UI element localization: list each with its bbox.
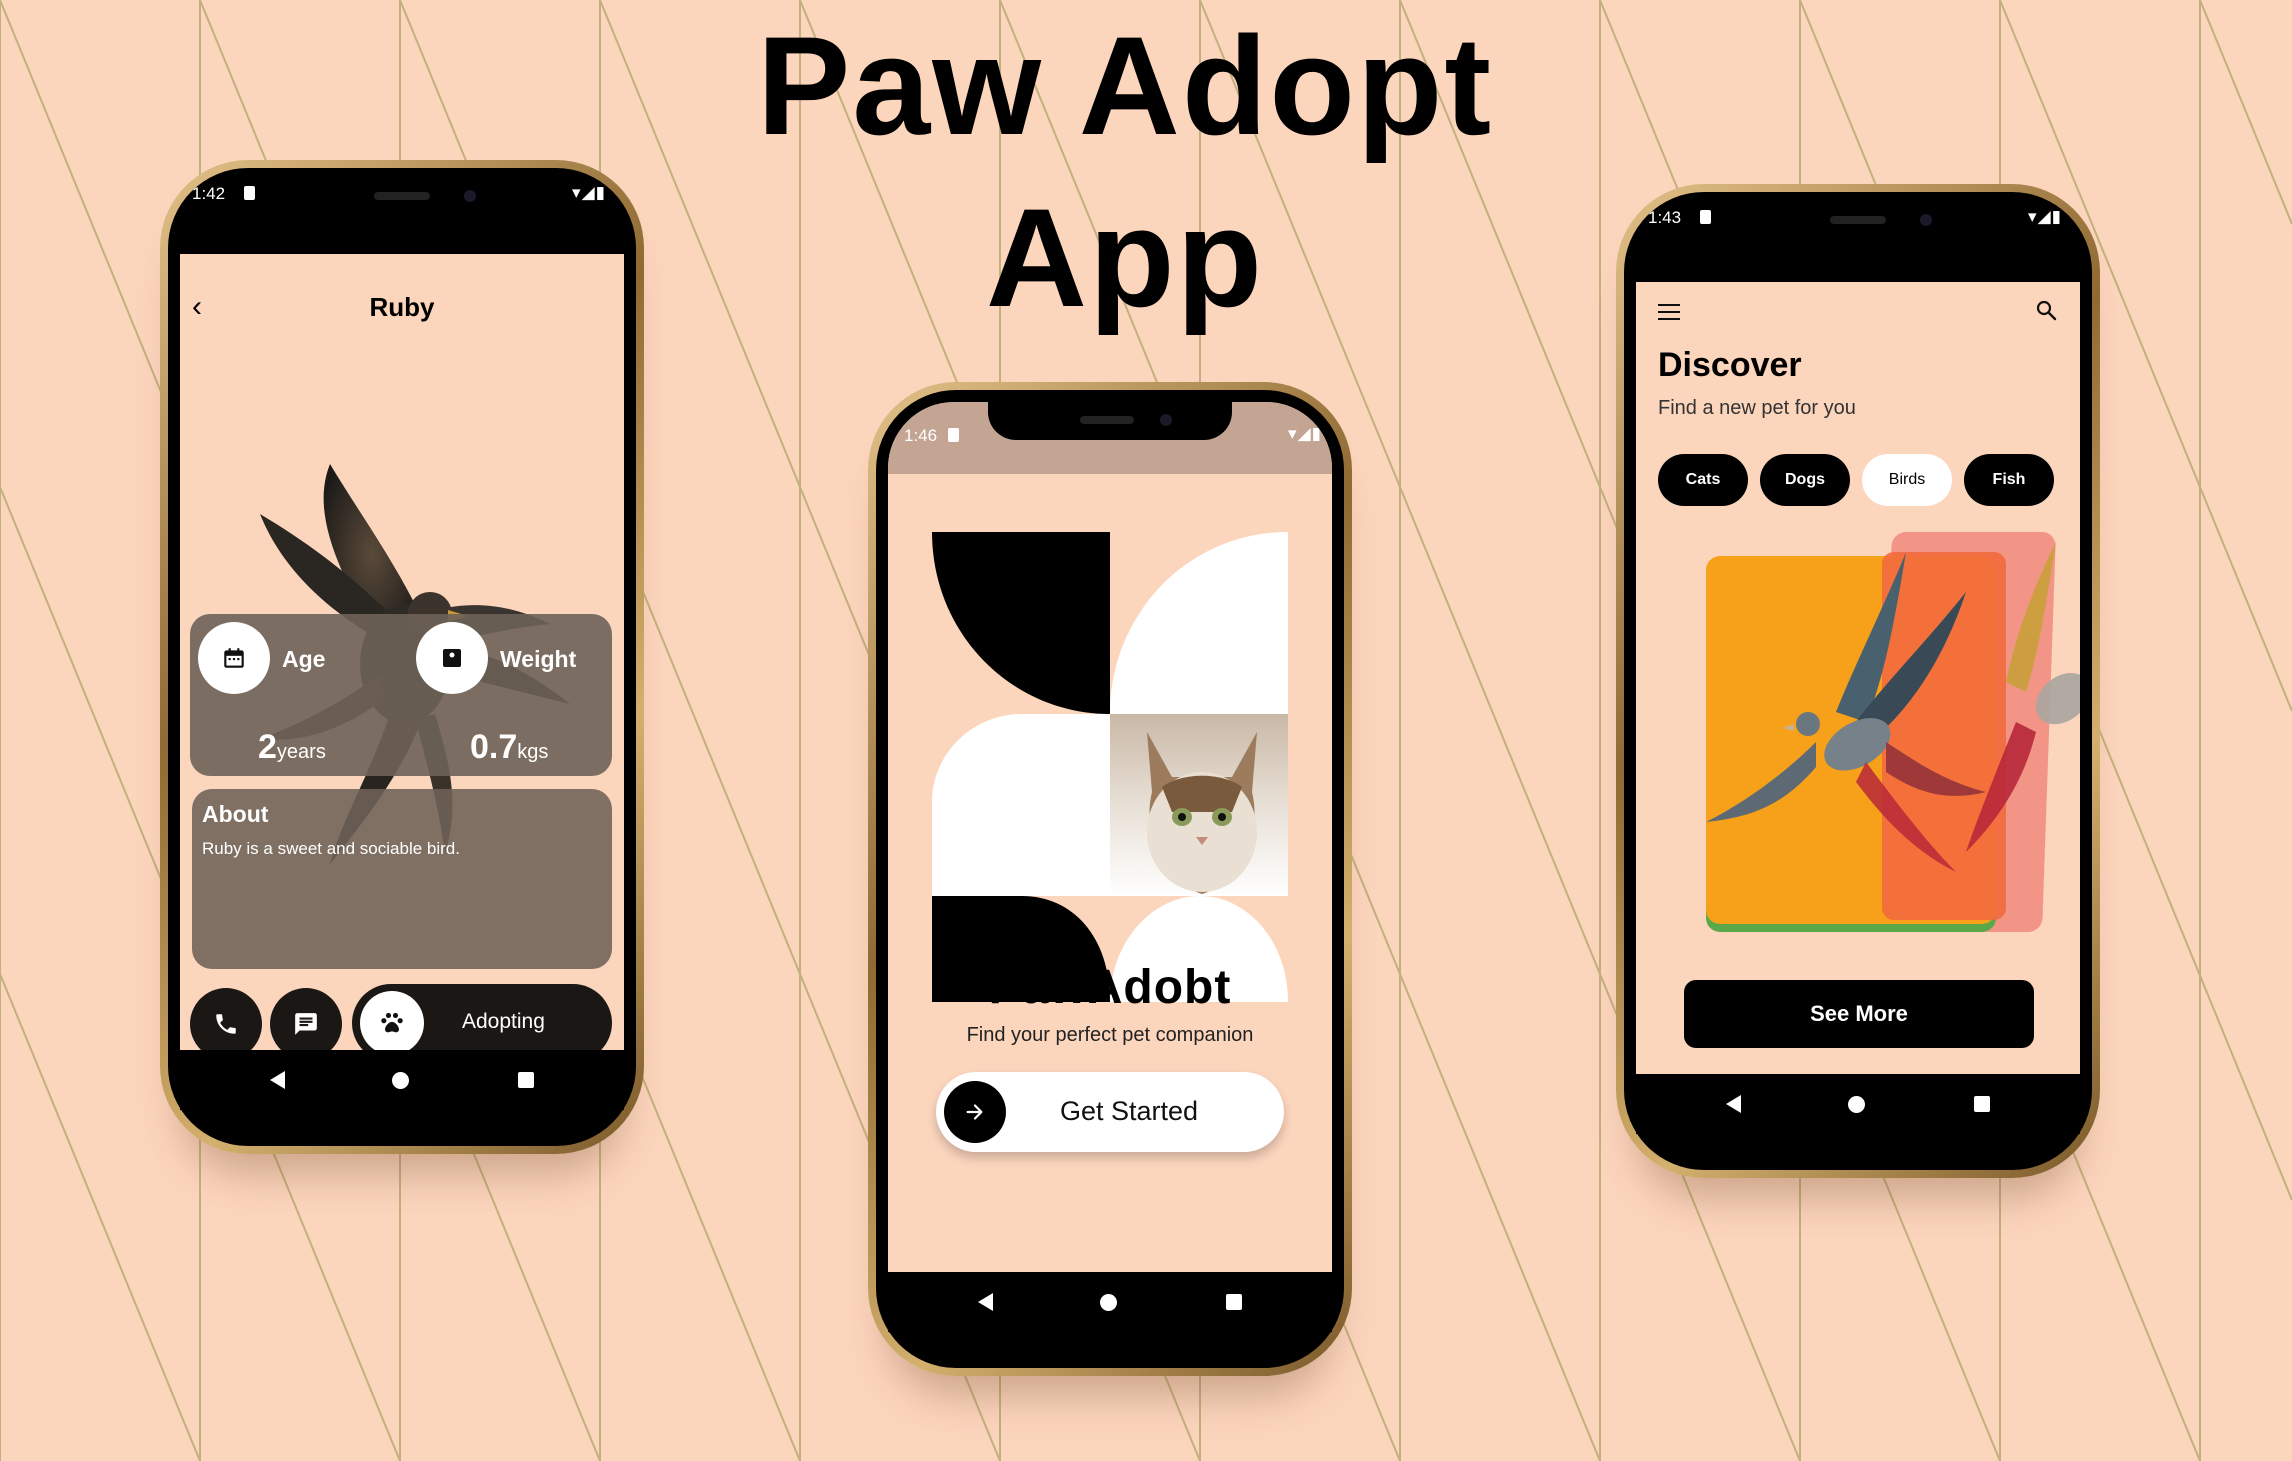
phone-discover: 1:43 ▾◢▮ Discover Find a new pet for you… bbox=[1616, 184, 2100, 1178]
status-time: 1:43 bbox=[1648, 208, 1682, 227]
message-icon bbox=[295, 1013, 317, 1035]
android-nav-bar bbox=[888, 1272, 1332, 1332]
android-nav-bar bbox=[180, 1050, 624, 1110]
phone-bezel: 1:42 ▾◢▮ ‹ Ruby Age Weight 2years 0.7kgs… bbox=[168, 168, 636, 1146]
phone-welcome: 1:46 ▾◢▮ PawAdobt Find your perfect pet … bbox=[868, 382, 1352, 1376]
category-chip-cats[interactable]: Cats bbox=[1658, 454, 1748, 506]
calendar-icon bbox=[224, 648, 244, 668]
status-time: 1:42 bbox=[192, 184, 226, 203]
paw-icon-badge bbox=[360, 991, 424, 1055]
get-started-label: Get Started bbox=[1060, 1096, 1199, 1126]
about-card: About Ruby is a sweet and sociable bird. bbox=[192, 789, 612, 969]
about-text: Ruby is a sweet and sociable bird. bbox=[202, 839, 460, 858]
phone-bezel: 1:43 ▾◢▮ Discover Find a new pet for you… bbox=[1624, 192, 2092, 1170]
phone-bezel: 1:46 ▾◢▮ PawAdobt Find your perfect pet … bbox=[876, 390, 1344, 1368]
weight-icon-badge bbox=[416, 622, 488, 694]
age-label: Age bbox=[282, 646, 326, 672]
sd-card-icon bbox=[948, 428, 959, 442]
android-nav-bar bbox=[1636, 1074, 2080, 1134]
notch bbox=[988, 402, 1232, 440]
search-icon[interactable] bbox=[2034, 298, 2058, 322]
status-bar: 1:42 ▾◢▮ bbox=[168, 168, 636, 218]
nav-back-icon[interactable] bbox=[1726, 1095, 1741, 1113]
category-chip-birds[interactable]: Birds bbox=[1862, 454, 1952, 506]
menu-icon[interactable] bbox=[1658, 304, 1680, 320]
phone-detail: 1:42 ▾◢▮ ‹ Ruby Age Weight 2years 0.7kgs… bbox=[160, 160, 644, 1154]
pet-card-carousel[interactable] bbox=[1706, 532, 2080, 932]
nav-home-icon[interactable] bbox=[1848, 1096, 1865, 1113]
brand-name: PawAdobt bbox=[988, 961, 1232, 1014]
weight-number: 0.7 bbox=[470, 728, 518, 766]
status-bar: 1:43 ▾◢▮ bbox=[1624, 192, 2092, 242]
sd-card-icon bbox=[244, 186, 255, 200]
discover-screen: Discover Find a new pet for you Cats Dog… bbox=[1636, 282, 2080, 1106]
get-started-button[interactable]: Get Started bbox=[936, 1072, 1284, 1152]
nav-recents-icon[interactable] bbox=[1974, 1096, 1990, 1112]
headline: Paw Adopt App bbox=[700, 0, 1550, 344]
nav-home-icon[interactable] bbox=[1100, 1294, 1117, 1311]
status-time: 1:46 bbox=[904, 426, 938, 445]
category-chip-fish[interactable]: Fish bbox=[1964, 454, 2054, 506]
tagline: Find your perfect pet companion bbox=[966, 1024, 1254, 1046]
see-more-button[interactable]: See More bbox=[1684, 980, 2034, 1048]
nav-home-icon[interactable] bbox=[392, 1072, 409, 1089]
adopting-label: Adopting bbox=[462, 1010, 545, 1033]
signal-battery-icon: ▾◢▮ bbox=[2028, 207, 2062, 226]
weight-unit: kgs bbox=[517, 741, 549, 763]
arrow-right-icon bbox=[944, 1081, 1006, 1143]
category-chip-dogs[interactable]: Dogs bbox=[1760, 454, 1850, 506]
headline-line-2: App bbox=[985, 179, 1265, 336]
weight-label: Weight bbox=[500, 646, 577, 672]
earpiece bbox=[1080, 416, 1134, 424]
sd-card-icon bbox=[1700, 210, 1711, 224]
page-subtitle: Find a new pet for you bbox=[1658, 397, 1856, 419]
nav-back-icon[interactable] bbox=[270, 1071, 285, 1089]
paw-icon bbox=[381, 1012, 403, 1033]
headline-line-1: Paw Adopt bbox=[756, 7, 1494, 164]
signal-battery-icon: ▾◢▮ bbox=[1288, 424, 1322, 443]
age-unit: years bbox=[276, 741, 326, 763]
age-number: 2 bbox=[258, 728, 277, 766]
weight-icon bbox=[443, 649, 461, 667]
welcome-screen: 1:46 ▾◢▮ PawAdobt Find your perfect pet … bbox=[888, 402, 1332, 1322]
nav-back-icon[interactable] bbox=[978, 1293, 993, 1311]
page-title: Discover bbox=[1658, 346, 1802, 384]
nav-recents-icon[interactable] bbox=[518, 1072, 534, 1088]
page-title: Ruby bbox=[369, 292, 435, 322]
detail-screen: ‹ Ruby Age Weight 2years 0.7kgs About Ru… bbox=[180, 254, 624, 1078]
stats-card: Age Weight 2years 0.7kgs bbox=[190, 614, 612, 776]
hero-pattern-illustration bbox=[932, 532, 1288, 1002]
about-title: About bbox=[202, 801, 269, 827]
weight-value: 0.7kgs bbox=[470, 728, 548, 767]
signal-battery-icon: ▾◢▮ bbox=[572, 183, 606, 202]
nav-recents-icon[interactable] bbox=[1226, 1294, 1242, 1310]
age-value: 2years bbox=[258, 728, 326, 767]
calendar-icon-badge bbox=[198, 622, 270, 694]
front-camera bbox=[1160, 414, 1172, 426]
phone-icon bbox=[216, 1014, 236, 1034]
